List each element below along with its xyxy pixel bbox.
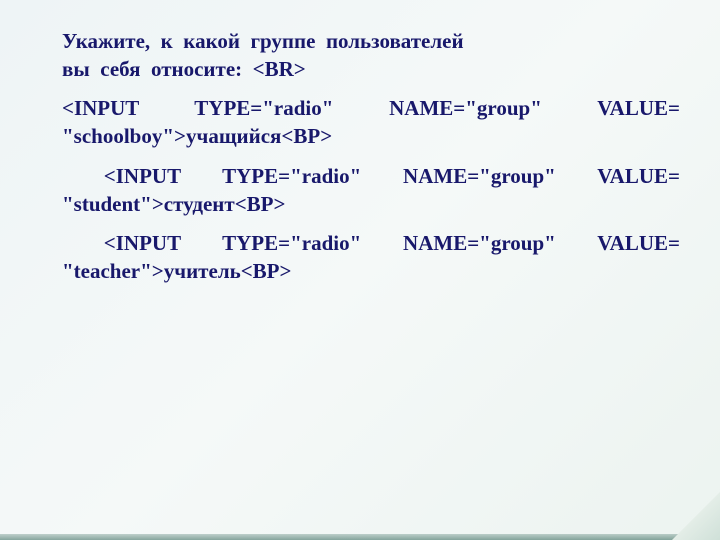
code-line-schoolboy: <INPUT TYPE="radio" NAME="group" VALUE= …: [62, 96, 680, 148]
code-line-student: <INPUT TYPE="radio" NAME="group" VALUE= …: [62, 164, 680, 216]
code-line-teacher: <INPUT TYPE="radio" NAME="group" VALUE= …: [62, 231, 680, 283]
option-student: <INPUT TYPE="radio" NAME="group" VALUE= …: [62, 163, 680, 218]
intro-line-2: вы себя относите: <BR>: [62, 57, 306, 81]
intro-paragraph: Укажите, к какой группе пользователей вы…: [62, 28, 680, 83]
slide-bottom-edge: [0, 534, 720, 540]
option-teacher: <INPUT TYPE="radio" NAME="group" VALUE= …: [62, 230, 680, 285]
slide-body: Укажите, к какой группе пользователей вы…: [62, 28, 680, 298]
option-schoolboy: <INPUT TYPE="radio" NAME="group" VALUE= …: [62, 95, 680, 150]
page-curl-icon: [672, 492, 720, 540]
intro-line-1: Укажите, к какой группе пользователей: [62, 29, 464, 53]
